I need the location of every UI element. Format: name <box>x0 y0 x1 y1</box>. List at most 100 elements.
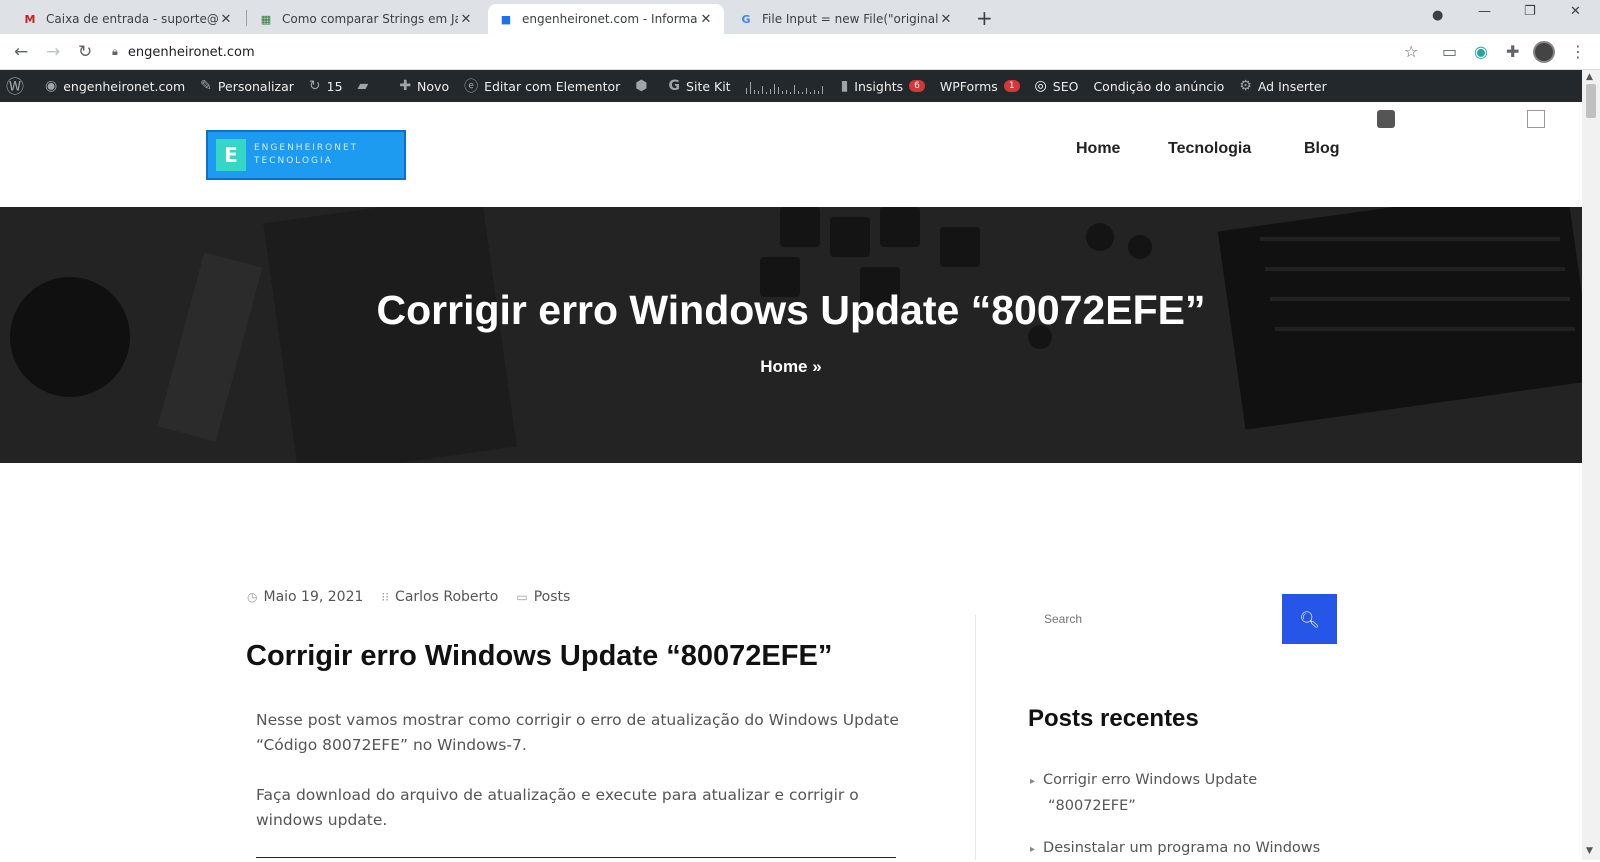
wordpress-icon: Ⓦ <box>6 77 24 98</box>
seo-menu[interactable]: ◎ SEO <box>1035 78 1079 94</box>
tab-engenheironet[interactable]: ■ engenheironet.com - Informaçõ... ✕ <box>488 4 724 34</box>
star-icon[interactable]: ☆ <box>1404 42 1418 61</box>
user-icon: ⁝⁝ <box>381 590 390 604</box>
page-scrollbar[interactable]: ▲ ▼ <box>1582 70 1600 860</box>
site-name: engenheironet.com <box>63 78 186 94</box>
puzzle-icon[interactable]: ✚ <box>1506 42 1519 61</box>
cast-icon[interactable]: ▭ <box>1442 42 1457 61</box>
extension-icon[interactable]: ◉ <box>1474 42 1488 61</box>
seo-label: SEO <box>1052 78 1079 94</box>
tab-title: engenheironet.com - Informaçõ... <box>522 12 698 26</box>
brush-icon: ✎ <box>200 78 212 94</box>
ad-inserter-label: Ad Inserter <box>1257 78 1327 94</box>
logo-text-line-1: ENGENHEIRONET <box>254 143 359 153</box>
logo-mark-icon: E <box>216 139 246 171</box>
bar-chart-icon: ▮ <box>840 78 849 94</box>
breadcrumb[interactable]: Home » <box>0 357 1582 377</box>
sitekit-menu[interactable]: G Site Kit <box>669 78 731 94</box>
forward-icon[interactable]: → <box>46 42 60 62</box>
tab-google-search[interactable]: G File Input = new File("original.c... ✕ <box>728 4 964 34</box>
seo-icon: ◎ <box>1034 78 1047 94</box>
elementor-menu[interactable]: ⓔ Editar com Elementor <box>464 76 620 96</box>
folder-icon: ▭ <box>516 590 528 604</box>
customize-menu[interactable]: ✎ Personalizar <box>200 78 294 94</box>
close-icon[interactable]: ✕ <box>458 12 474 27</box>
post-meta: ◷ Maio 19, 2021 ⁝⁝ Carlos Roberto ▭ Post… <box>247 589 570 605</box>
wp-logo-menu[interactable]: Ⓦ <box>6 73 30 99</box>
address-bar: ← → ↻ 🔒︎ engenheironet.com ☆ ▭ ◉ ✚ ⋮ <box>0 34 1600 70</box>
paragraph-line: Faça download do arquivo de atualização … <box>256 786 859 804</box>
gem-icon: ⬢ <box>635 78 648 94</box>
wpforms-badge: 1 <box>1003 80 1020 92</box>
search-button[interactable]: 🔍︎ <box>1282 594 1337 644</box>
new-tab-button[interactable]: + <box>976 6 993 30</box>
url-text: engenheironet.com <box>127 44 255 60</box>
more-icon[interactable]: ⋮ <box>1570 42 1586 61</box>
wp-admin-bar: Ⓦ ◉ engenheironet.com ✎ Personalizar ↻ 15 ▰… <box>0 70 1600 102</box>
site-name-menu[interactable]: ◉ engenheironet.com <box>45 78 185 94</box>
recent-post-line[interactable]: Corrigir erro Windows Update <box>1043 772 1257 788</box>
menu-item-blog[interactable]: Blog <box>1304 140 1340 158</box>
updates-menu[interactable]: ↻ 15 <box>309 78 343 94</box>
plus-icon: ✚ <box>399 78 412 94</box>
recent-post-line[interactable]: Desinstalar um programa no Windows <box>1043 840 1320 856</box>
gear-icon: ⚙ <box>1239 78 1252 94</box>
reload-icon[interactable]: ↻ <box>78 42 92 62</box>
recent-post-item[interactable]: ▸ Corrigir erro Windows Update “80072EFE” <box>1030 768 1340 818</box>
post-category[interactable]: Posts <box>534 589 571 605</box>
menu-item-tecnologia[interactable]: Tecnologia <box>1168 140 1251 158</box>
logo-text-line-2: TECNOLOGIA <box>254 156 333 166</box>
close-icon[interactable]: ✕ <box>218 12 234 27</box>
tab-gmail[interactable]: M Caixa de entrada - suporte@ult... ✕ <box>12 4 244 34</box>
stats-sparkline[interactable] <box>745 78 823 94</box>
clock-icon: ◷ <box>247 590 258 604</box>
site-logo[interactable]: E ENGENHEIRONET TECNOLOGIA <box>206 130 406 180</box>
site-header: E ENGENHEIRONET TECNOLOGIA Home Tecnolog… <box>0 102 1582 207</box>
tab-title: Como comparar Strings em Ja... <box>282 12 458 26</box>
header-image-icon[interactable] <box>1527 110 1545 128</box>
insights-menu[interactable]: ▮ Insights 6 <box>841 78 925 94</box>
elementor-label: Editar com Elementor <box>484 78 621 94</box>
post-date[interactable]: Maio 19, 2021 <box>263 589 363 605</box>
wpforms-label: WPForms <box>939 78 998 94</box>
profile-avatar[interactable] <box>1533 41 1555 63</box>
site-icon: ■ <box>500 12 512 26</box>
lock-icon[interactable]: 🔒︎ <box>112 45 118 59</box>
comment-icon: ▰ <box>357 78 369 94</box>
post-title: Corrigir erro Windows Update “80072EFE” <box>246 640 833 672</box>
close-icon[interactable]: ✕ <box>938 12 954 27</box>
media-icon[interactable]: ● <box>1432 8 1443 23</box>
header-widget-icon[interactable] <box>1377 110 1395 128</box>
gem-menu[interactable]: ⬢ <box>635 78 653 94</box>
updates-count: 15 <box>326 78 343 94</box>
recent-post-line[interactable]: “80072EFE” <box>1030 794 1340 818</box>
insights-badge: 6 <box>909 80 925 92</box>
tab-title: File Input = new File("original.c... <box>762 12 938 26</box>
scroll-thumb[interactable] <box>1586 84 1596 118</box>
minimize-icon[interactable]: — <box>1478 4 1491 19</box>
sitekit-label: Site Kit <box>686 78 731 94</box>
restore-icon[interactable]: ❐ <box>1524 4 1536 19</box>
comments-menu[interactable]: ▰ <box>358 78 375 94</box>
insights-label: Insights <box>854 78 904 94</box>
hero-title: Corrigir erro Windows Update “80072EFE” <box>376 287 1206 333</box>
google-icon: G <box>741 12 751 26</box>
bullet-icon: ▸ <box>1030 844 1036 855</box>
post-paragraph-1: Nesse post vamos mostrar como corrigir o… <box>256 708 936 758</box>
post-author[interactable]: Carlos Roberto <box>395 589 498 605</box>
tab-strings[interactable]: ▦ Como comparar Strings em Ja... ✕ <box>248 4 484 34</box>
ad-condition-label: Condição do anúncio <box>1093 78 1225 94</box>
ad-inserter-menu[interactable]: ⚙ Ad Inserter <box>1239 78 1326 94</box>
scroll-down-icon[interactable]: ▼ <box>1586 846 1593 856</box>
url-field[interactable]: 🔒︎ engenheironet.com <box>112 39 1402 65</box>
window-close-icon[interactable]: ✕ <box>1570 4 1581 19</box>
wpforms-menu[interactable]: WPForms 1 <box>940 79 1020 94</box>
back-icon[interactable]: ← <box>14 42 28 62</box>
ad-condition-menu[interactable]: Condição do anúncio <box>1093 79 1224 94</box>
recent-post-item[interactable]: ▸ Desinstalar um programa no Windows <box>1030 836 1340 862</box>
menu-item-home[interactable]: Home <box>1076 140 1120 158</box>
new-content-menu[interactable]: ✚ Novo <box>399 78 449 94</box>
scroll-up-icon[interactable]: ▲ <box>1586 72 1593 82</box>
search-input[interactable] <box>1028 594 1283 644</box>
close-icon[interactable]: ✕ <box>698 12 714 27</box>
